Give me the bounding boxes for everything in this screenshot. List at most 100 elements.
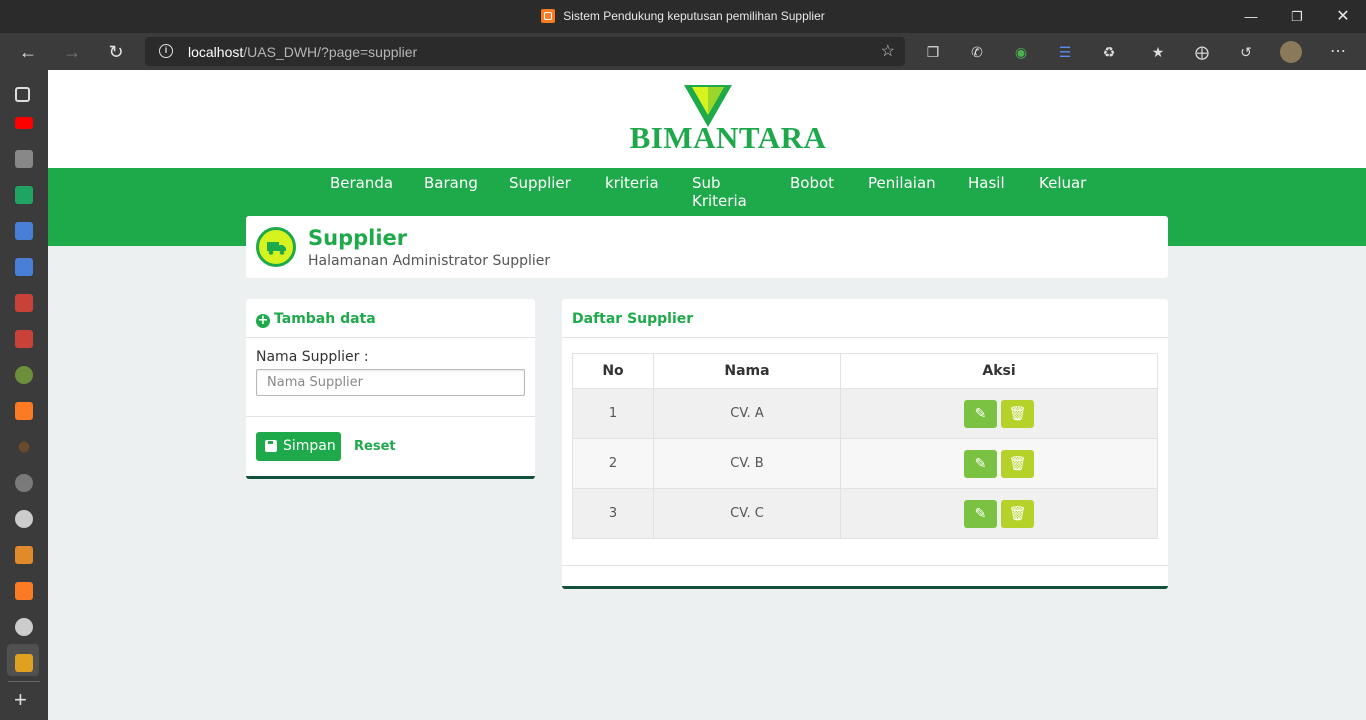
save-button-label: Simpan <box>283 438 336 454</box>
extension-list-icon[interactable]: ☰ <box>1054 41 1076 63</box>
table-row: 1 CV. A ✎ 🗑 <box>572 388 1158 439</box>
restore-button[interactable]: ❐ <box>1274 0 1320 33</box>
sidebar-divider <box>8 681 40 682</box>
browser-toolbar: ← → ↻ i localhost/UAS_DWH/?page=supplier… <box>0 33 1366 70</box>
xampp-favicon-icon <box>541 9 556 23</box>
close-window-button[interactable]: ✕ <box>1320 0 1366 33</box>
tab-pdf-icon[interactable] <box>15 330 33 348</box>
floppy-disk-icon <box>265 440 277 452</box>
url-text[interactable]: localhost/UAS_DWH/?page=supplier <box>188 44 417 60</box>
favorites-icon[interactable]: ★ <box>1147 41 1169 63</box>
tab-document-icon[interactable] <box>15 150 33 168</box>
delete-button[interactable]: 🗑 <box>1001 499 1034 528</box>
forward-button[interactable]: → <box>57 37 87 67</box>
table-header-row: No Nama Aksi <box>572 353 1158 389</box>
page-subtitle: Halamanan Administrator Supplier <box>308 253 551 269</box>
form-title: Tambah data <box>274 311 376 327</box>
cell-actions: ✎ 🗑 <box>840 388 1158 439</box>
nav-sub-kriteria[interactable]: Sub Kriteria <box>692 174 752 210</box>
supplier-list-card: Daftar Supplier No Nama Aksi 1 CV. A ✎🗑 <box>562 299 1168 589</box>
nav-keluar[interactable]: Keluar <box>1039 174 1086 192</box>
edit-button[interactable]: ✎ <box>964 499 997 528</box>
pencil-icon: ✎ <box>974 405 987 422</box>
tab-codeigniter-icon[interactable] <box>15 546 33 564</box>
whatsapp-icon[interactable]: ✆ <box>966 41 988 63</box>
web-page: BIMANTARA Beranda Barang Supplier kriter… <box>48 70 1366 720</box>
trash-icon: 🗑 <box>1008 405 1027 422</box>
back-button[interactable]: ← <box>13 37 43 67</box>
column-header-nama: Nama <box>653 353 841 389</box>
site-info-icon[interactable]: i <box>159 44 173 58</box>
tab-actions-icon[interactable] <box>15 87 30 102</box>
url-host: localhost <box>188 44 244 60</box>
edit-button[interactable]: ✎ <box>964 449 997 478</box>
nav-penilaian[interactable]: Penilaian <box>868 174 936 192</box>
delete-button[interactable]: 🗑 <box>1001 449 1034 478</box>
card-bottom-border <box>246 476 535 479</box>
table-row: 2 CV. B ✎ 🗑 <box>572 438 1158 489</box>
pencil-icon: ✎ <box>974 505 987 522</box>
window-title: Sistem Pendukung keputusan pemilihan Sup… <box>0 9 1366 23</box>
tab-xampp-icon[interactable] <box>15 402 33 420</box>
divider <box>562 565 1168 566</box>
list-title: Daftar Supplier <box>572 311 694 327</box>
cell-no: 2 <box>572 438 654 489</box>
vertical-tabs-sidebar: + <box>0 70 48 720</box>
address-bar[interactable]: i localhost/UAS_DWH/?page=supplier ☆ <box>145 37 905 66</box>
column-header-aksi: Aksi <box>840 353 1158 389</box>
refresh-button[interactable]: ↻ <box>101 37 131 67</box>
card-bottom-border <box>562 586 1168 589</box>
supplier-name-label: Nama Supplier : <box>256 349 369 365</box>
site-header: BIMANTARA <box>48 70 1366 168</box>
history-icon[interactable]: ↺ <box>1235 41 1257 63</box>
tab-xampp-icon[interactable] <box>15 582 33 600</box>
tab-pdf-icon[interactable] <box>15 294 33 312</box>
cell-no: 3 <box>572 488 654 539</box>
card-header: Daftar Supplier <box>562 299 1168 338</box>
nav-bobot[interactable]: Bobot <box>790 174 834 192</box>
extension-colorful-icon[interactable]: ◉ <box>1010 41 1032 63</box>
supplier-name-input[interactable] <box>256 369 525 396</box>
window-titlebar: Sistem Pendukung keputusan pemilihan Sup… <box>0 0 1366 33</box>
card-title: + Tambah data <box>256 311 376 328</box>
extension-copy-icon[interactable]: ❐ <box>922 41 944 63</box>
truck-icon <box>256 227 296 267</box>
page-title: Supplier <box>308 226 408 250</box>
reset-button[interactable]: Reset <box>354 439 396 454</box>
tab-misc-icon[interactable] <box>18 441 30 453</box>
pencil-icon: ✎ <box>974 455 987 472</box>
nav-barang[interactable]: Barang <box>424 174 478 192</box>
brand-name[interactable]: BIMANTARA <box>588 120 868 156</box>
tab-youtube-icon[interactable] <box>15 117 33 129</box>
tab-google-icon[interactable] <box>15 474 33 492</box>
column-header-no: No <box>572 353 654 389</box>
delete-button[interactable]: 🗑 <box>1001 399 1034 428</box>
nav-hasil[interactable]: Hasil <box>968 174 1005 192</box>
more-menu-icon[interactable]: ⋯ <box>1327 41 1349 63</box>
tab-misc-icon[interactable] <box>15 654 33 672</box>
add-favorite-icon[interactable]: ☆ <box>881 41 895 61</box>
tab-google-docs-icon[interactable] <box>15 222 33 240</box>
card-header: + Tambah data <box>246 299 535 338</box>
new-tab-icon[interactable]: + <box>14 689 27 711</box>
edit-button[interactable]: ✎ <box>964 399 997 428</box>
cell-no: 1 <box>572 388 654 439</box>
minimize-button[interactable]: — <box>1228 0 1274 33</box>
url-path: /UAS_DWH/?page=supplier <box>243 44 418 60</box>
nav-kriteria[interactable]: kriteria <box>605 174 659 192</box>
tab-google-drive-icon[interactable] <box>15 186 33 204</box>
tab-google-icon[interactable] <box>15 366 33 384</box>
collections-icon[interactable]: ⨁ <box>1191 41 1213 63</box>
profile-avatar[interactable] <box>1280 41 1302 63</box>
cell-nama: CV. C <box>653 488 841 539</box>
tab-google-docs-icon[interactable] <box>15 258 33 276</box>
nav-supplier[interactable]: Supplier <box>509 174 571 192</box>
tab-github-icon[interactable] <box>15 618 33 636</box>
nav-beranda[interactable]: Beranda <box>330 174 393 192</box>
add-supplier-card: + Tambah data Nama Supplier : Simpan Rese… <box>246 299 535 479</box>
tab-github-icon[interactable] <box>15 510 33 528</box>
trash-icon: 🗑 <box>1008 455 1027 472</box>
save-button[interactable]: Simpan <box>256 432 341 461</box>
cell-actions: ✎ 🗑 <box>840 438 1158 489</box>
extensions-icon[interactable]: ♻ <box>1098 41 1120 63</box>
